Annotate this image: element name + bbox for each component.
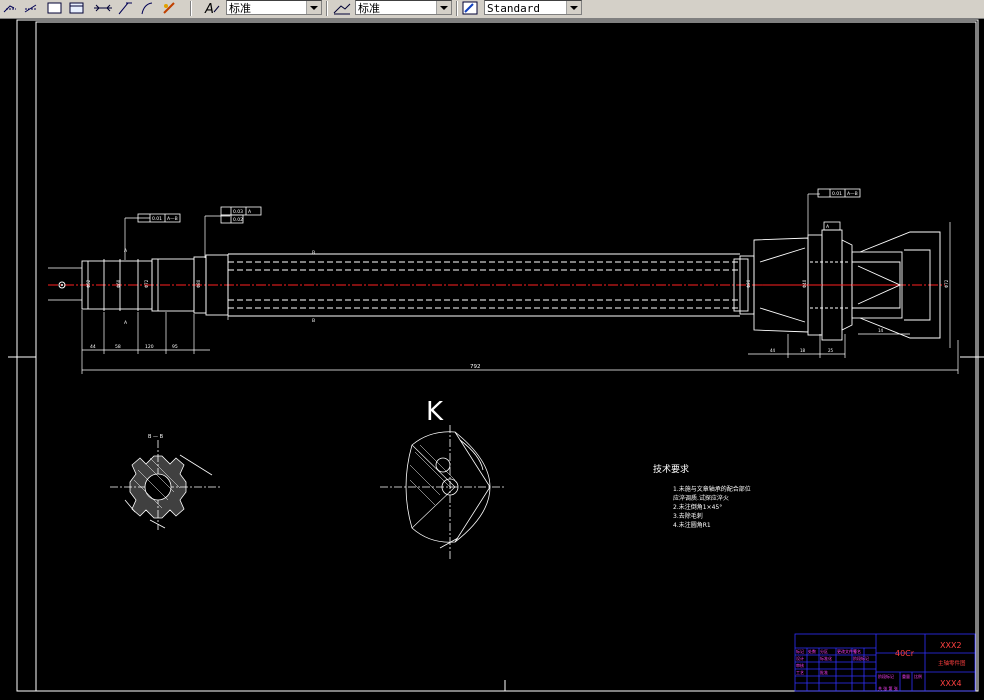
technical-requirements: 技术要求 1.未施与文章轴承的配合部位 应淬调质.试探应淬火 2.未注倒角1×4… — [653, 463, 751, 529]
svg-text:14: 14 — [878, 328, 884, 333]
dimension-continue-icon[interactable] — [92, 0, 114, 16]
leader-tool-icon[interactable] — [116, 0, 134, 16]
gdt-label-3: 0.01 — [832, 191, 842, 197]
svg-text:标记: 标记 — [796, 648, 804, 654]
toolbar-separator — [190, 1, 191, 16]
title-material: 40Cr — [895, 649, 915, 658]
svg-text:A: A — [124, 320, 128, 326]
svg-text:比例: 比例 — [914, 673, 922, 679]
drawing-frame — [35, 21, 977, 692]
table-style-value: Standard — [487, 2, 540, 15]
svg-text:44: 44 — [770, 348, 776, 353]
tech-title: 技术要求 — [653, 463, 689, 475]
drawing-canvas[interactable]: 0.01 A—B 0.03 A 0.02 0.01 A—B A 792 44 5… — [0, 19, 984, 700]
sheet-border — [16, 19, 979, 692]
title-part-name: 主轴零件图 — [938, 659, 966, 667]
toolbar-separator — [456, 1, 457, 16]
dimension-edit-icon[interactable] — [160, 0, 180, 16]
frame-tool-icon[interactable] — [68, 0, 86, 16]
svg-text:A—B: A—B — [167, 216, 178, 222]
section-k-label: K — [426, 397, 444, 427]
svg-text:Φ72: Φ72 — [144, 279, 149, 288]
svg-text:18: 18 — [800, 348, 806, 353]
svg-text:A—B: A—B — [847, 191, 858, 197]
overall-length-label: 792 — [470, 364, 481, 370]
text-style-icon[interactable]: A — [202, 0, 224, 16]
cad-toolbar: A 标准 标准 Standard — [0, 0, 984, 19]
shaft-main-view — [48, 229, 945, 341]
shaft-dimensions — [48, 193, 959, 374]
toolbar-separator — [326, 1, 327, 16]
svg-text:共 张 第 张: 共 张 第 张 — [878, 685, 898, 691]
section-k-view: K — [380, 397, 505, 560]
svg-text:A: A — [124, 248, 128, 254]
dimension-linear-icon[interactable] — [2, 0, 22, 16]
gdt-label-2: 0.03 — [233, 209, 243, 215]
svg-text:Φ52: Φ52 — [86, 279, 91, 288]
dimension-style-icon[interactable] — [332, 0, 352, 16]
svg-text:A: A — [204, 2, 214, 16]
dimension-aligned-icon[interactable] — [22, 0, 42, 16]
svg-text:批准: 批准 — [820, 669, 828, 675]
svg-text:Φ90: Φ90 — [746, 279, 751, 288]
svg-text:标准化: 标准化 — [820, 655, 832, 661]
svg-text:处数: 处数 — [808, 648, 816, 654]
tech-item: 3.去除毛刺 — [673, 512, 703, 520]
section-marker-label: B — B — [148, 434, 164, 440]
svg-text:0.02: 0.02 — [233, 217, 243, 223]
svg-text:120: 120 — [145, 344, 154, 350]
gdt-frames — [137, 188, 861, 231]
title-company: XXX4 — [940, 679, 962, 688]
gdt-label-1: 0.01 — [152, 216, 162, 222]
table-style-select[interactable]: Standard — [484, 0, 582, 15]
text-style-select[interactable]: 标准 — [226, 0, 322, 15]
chevron-down-icon[interactable] — [306, 1, 321, 14]
svg-text:审核: 审核 — [796, 662, 804, 668]
svg-text:95: 95 — [172, 344, 178, 350]
svg-text:25: 25 — [828, 348, 834, 353]
svg-text:Φ40: Φ40 — [802, 279, 807, 288]
svg-text:Φ60: Φ60 — [116, 279, 121, 288]
svg-text:A: A — [826, 224, 830, 230]
tech-item: 4.未注圆角R1 — [673, 521, 711, 529]
dimension-style-select[interactable]: 标准 — [355, 0, 452, 15]
chevron-down-icon[interactable] — [566, 1, 581, 14]
tech-item: 1.未施与文章轴承的配合部位 — [673, 485, 751, 493]
svg-text:工艺: 工艺 — [796, 670, 804, 675]
tech-item: 应淬调质.试探应淬火 — [673, 494, 729, 502]
svg-text:分区: 分区 — [820, 648, 828, 654]
svg-text:签名: 签名 — [853, 648, 861, 654]
svg-text:A: A — [248, 209, 252, 215]
arc-dimension-icon[interactable] — [138, 0, 156, 16]
dimension-style-value: 标准 — [358, 2, 380, 15]
svg-text:重量: 重量 — [902, 673, 910, 679]
title-drawing-number: XXX2 — [940, 641, 962, 650]
text-style-value: 标准 — [229, 2, 251, 15]
svg-text:B: B — [312, 318, 315, 324]
table-style-icon[interactable] — [461, 0, 481, 16]
svg-text:Φ72: Φ72 — [944, 279, 949, 288]
svg-text:Φ80: Φ80 — [196, 279, 201, 288]
svg-text:设计: 设计 — [796, 655, 804, 661]
dimension-text-group: 792 44 58 120 95 Φ52 Φ60 Φ72 Φ80 Φ90 Φ40… — [86, 248, 949, 370]
svg-text:阶段标记: 阶段标记 — [878, 673, 894, 679]
rectangle-tool-icon[interactable] — [46, 0, 64, 16]
chevron-down-icon[interactable] — [436, 1, 451, 14]
section-b-view: B — B — [110, 434, 220, 530]
svg-text:58: 58 — [115, 344, 121, 350]
svg-text:B: B — [312, 250, 315, 256]
svg-text:阶段标记: 阶段标记 — [853, 655, 869, 661]
tech-item: 2.未注倒角1×45° — [673, 503, 722, 511]
svg-text:44: 44 — [90, 344, 96, 350]
